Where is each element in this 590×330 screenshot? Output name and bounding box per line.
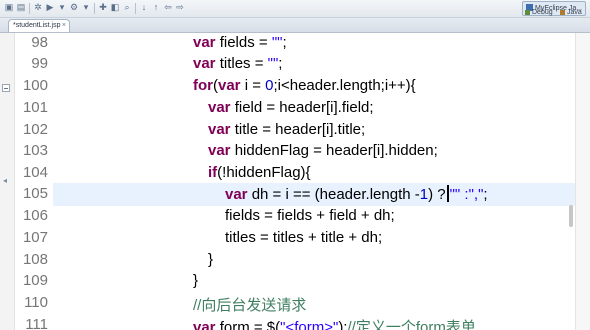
- code-editor[interactable]: ◂ 98 99 100 101 102 103 104 105 106 107 …: [0, 33, 590, 330]
- line-number: 110: [24, 294, 48, 311]
- line-number: 100: [22, 77, 48, 94]
- dropdown-arrow-icon[interactable]: ▾: [57, 3, 67, 12]
- debug-icon[interactable]: ✲: [33, 3, 43, 12]
- code-line[interactable]: var titles = "";: [193, 55, 573, 78]
- code-line-current[interactable]: var dh = i == (header.length -1) ? "" :",…: [225, 185, 570, 208]
- back-icon[interactable]: ⇦: [163, 3, 173, 12]
- dropdown-arrow-icon[interactable]: ▾: [81, 3, 91, 12]
- line-number: 104: [22, 164, 48, 181]
- code-line[interactable]: titles = titles + title + dh;: [225, 229, 570, 252]
- line-number: 99: [31, 55, 48, 72]
- code-line[interactable]: if(!hiddenFlag){: [208, 164, 573, 187]
- line-number: 101: [22, 99, 48, 116]
- line-number: 109: [22, 272, 48, 289]
- text-caret: [446, 185, 449, 202]
- editor-tab-studentlist[interactable]: *studentList.jsp ×: [8, 19, 70, 32]
- line-number: 103: [22, 142, 48, 159]
- line-number: 102: [22, 121, 48, 138]
- perspective-debug[interactable]: Debug: [522, 9, 556, 17]
- line-number: 107: [22, 229, 48, 246]
- code-line[interactable]: var title = header[i].title;: [208, 121, 573, 144]
- run-icon[interactable]: ▶: [45, 3, 55, 12]
- tools-icon[interactable]: ⚙: [69, 3, 79, 12]
- line-number: 108: [22, 251, 48, 268]
- code-line[interactable]: //向后台发送请求: [193, 294, 573, 317]
- line-number: 111: [25, 316, 48, 330]
- line-number: 106: [22, 207, 48, 224]
- new-icon[interactable]: ▣: [4, 3, 14, 12]
- code-line[interactable]: }: [208, 251, 573, 274]
- search-icon[interactable]: ⌕: [122, 3, 132, 12]
- fold-collapse-icon[interactable]: [2, 84, 10, 92]
- editor-tab-bar: *studentList.jsp ×: [0, 18, 590, 33]
- debug-perspective-icon: [525, 10, 530, 15]
- new-project-icon[interactable]: ✚: [98, 3, 108, 12]
- editor-tab-label: *studentList.jsp: [13, 22, 61, 29]
- close-icon[interactable]: ×: [62, 20, 66, 32]
- annotation-ruler: ◂: [0, 33, 15, 330]
- code-line[interactable]: var field = header[i].field;: [208, 99, 573, 122]
- code-line[interactable]: var hiddenFlag = header[i].hidden;: [208, 142, 573, 165]
- overview-ruler[interactable]: [575, 33, 590, 330]
- quick-diff-marker-icon: ◂: [3, 176, 8, 185]
- code-line[interactable]: for(var i = 0;i<header.length;i++){: [193, 77, 573, 100]
- save-icon[interactable]: ▤: [16, 3, 26, 12]
- forward-icon[interactable]: ⇨: [175, 3, 185, 12]
- toolbar-separator: [29, 3, 30, 14]
- code-line[interactable]: var form = $("<form>");//定义一个form表单: [193, 316, 573, 330]
- line-number-gutter: 98 99 100 101 102 103 104 105 106 107 10…: [15, 33, 53, 330]
- code-line[interactable]: fields = fields + field + dh;: [225, 207, 570, 230]
- line-number: 105: [22, 185, 48, 202]
- horizontal-scroll-thumb[interactable]: [569, 205, 573, 227]
- code-line[interactable]: var fields = "";: [193, 34, 573, 57]
- annotation-prev-icon[interactable]: ↑: [151, 3, 161, 12]
- line-number: 98: [31, 34, 48, 51]
- toolbar-separator: [94, 3, 95, 14]
- java-perspective-icon: [560, 10, 565, 15]
- main-toolbar: ▣ ▤ ✲ ▶ ▾ ⚙ ▾ ✚ ◧ ⌕ ↓ ↑ ⇦ ⇨ MyEclipse Ja…: [0, 0, 590, 18]
- open-type-icon[interactable]: ◧: [110, 3, 120, 12]
- toolbar-separator: [135, 3, 136, 14]
- annotation-next-icon[interactable]: ↓: [139, 3, 149, 12]
- code-line[interactable]: }: [193, 272, 573, 295]
- perspective-java[interactable]: Java: [557, 9, 585, 17]
